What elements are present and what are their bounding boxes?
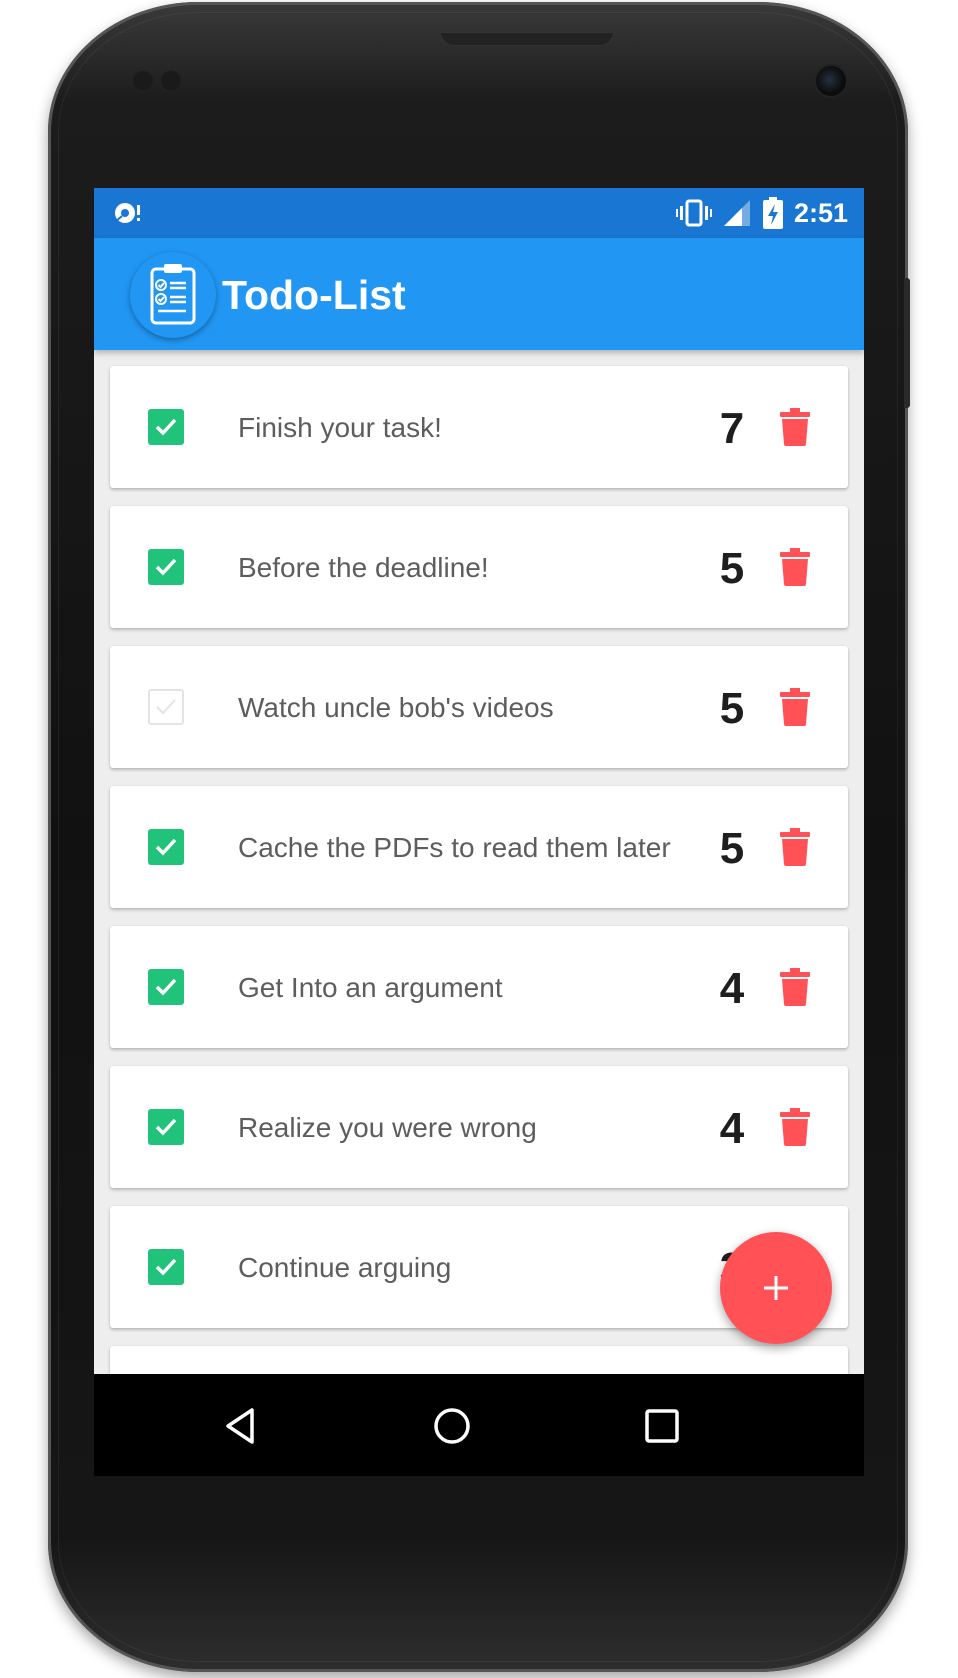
checkmark-icon [155,418,177,436]
task-card[interactable]: Finish your task! 7 [110,366,848,488]
task-title: Finish your task! [238,412,442,443]
front-camera [816,66,846,96]
light-sensor [160,70,182,92]
task-card[interactable]: Before the deadline! 5 [110,506,848,628]
task-title: Watch uncle bob's videos [238,692,554,723]
recents-icon[interactable] [640,1404,684,1448]
task-card[interactable]: Cache the PDFs to read them later 5 [110,786,848,908]
delete-button[interactable] [780,1108,810,1146]
checkbox-checked[interactable] [148,829,184,865]
add-icon [764,1276,788,1300]
task-priority: 4 [719,1104,745,1153]
task-priority: 5 [719,824,745,873]
task-list: Finish your task! 7 Before the deadline! 5 W… [110,366,850,1386]
back-icon[interactable] [220,1404,264,1448]
task-title: Cache the PDFs to read them later [238,832,671,863]
trash-icon [780,548,810,586]
checkbox-checked[interactable] [148,549,184,585]
notification-icon [114,203,140,223]
navigation-bar [94,1374,864,1476]
vibrate-icon [675,199,712,227]
clipboard-checklist-icon [130,252,216,338]
task-title: Continue arguing [238,1252,452,1283]
add-task-button[interactable] [720,1232,832,1344]
task-priority: 7 [719,404,745,453]
clock-time: 2:51 [793,197,848,228]
checkmark-icon [155,1118,177,1136]
trash-icon [780,1108,810,1146]
checkbox-checked[interactable] [148,969,184,1005]
task-priority: 5 [719,544,745,593]
battery-charging-icon [762,197,783,229]
delete-button[interactable] [780,548,810,586]
page-title: Todo-List [222,272,406,318]
earpiece-speaker [440,32,614,46]
trash-icon [780,968,810,1006]
checkmark-icon [156,699,176,715]
home-icon[interactable] [430,1404,474,1448]
delete-button[interactable] [780,828,810,866]
status-bar: 2:51 [94,188,864,238]
checkmark-icon [155,978,177,996]
proximity-sensor [132,70,154,92]
trash-icon [780,828,810,866]
checkbox-checked[interactable] [148,409,184,445]
delete-button[interactable] [780,408,810,446]
checkmark-icon [155,558,177,576]
task-card[interactable]: Watch uncle bob's videos 5 [110,646,848,768]
task-priority: 4 [719,964,745,1013]
task-priority: 5 [719,684,745,733]
trash-icon [780,408,810,446]
power-button [904,278,910,408]
checkmark-icon [155,838,177,856]
task-title: Get Into an argument [238,972,503,1003]
task-card[interactable]: Get Into an argument 4 [110,926,848,1048]
task-card[interactable]: Realize you were wrong 4 [110,1066,848,1188]
trash-icon [780,688,810,726]
signal-icon [723,200,750,226]
app-bar: Todo-List [94,238,864,350]
task-title: Realize you were wrong [238,1112,537,1143]
checkmark-icon [155,1258,177,1276]
delete-button[interactable] [780,968,810,1006]
checkbox-unchecked[interactable] [148,689,184,725]
screen: 2:51 Todo-List Finish your task! 7 Before … [94,188,864,1476]
checkbox-checked[interactable] [148,1249,184,1285]
task-title: Before the deadline! [238,552,489,583]
checkbox-checked[interactable] [148,1109,184,1145]
delete-button[interactable] [780,688,810,726]
